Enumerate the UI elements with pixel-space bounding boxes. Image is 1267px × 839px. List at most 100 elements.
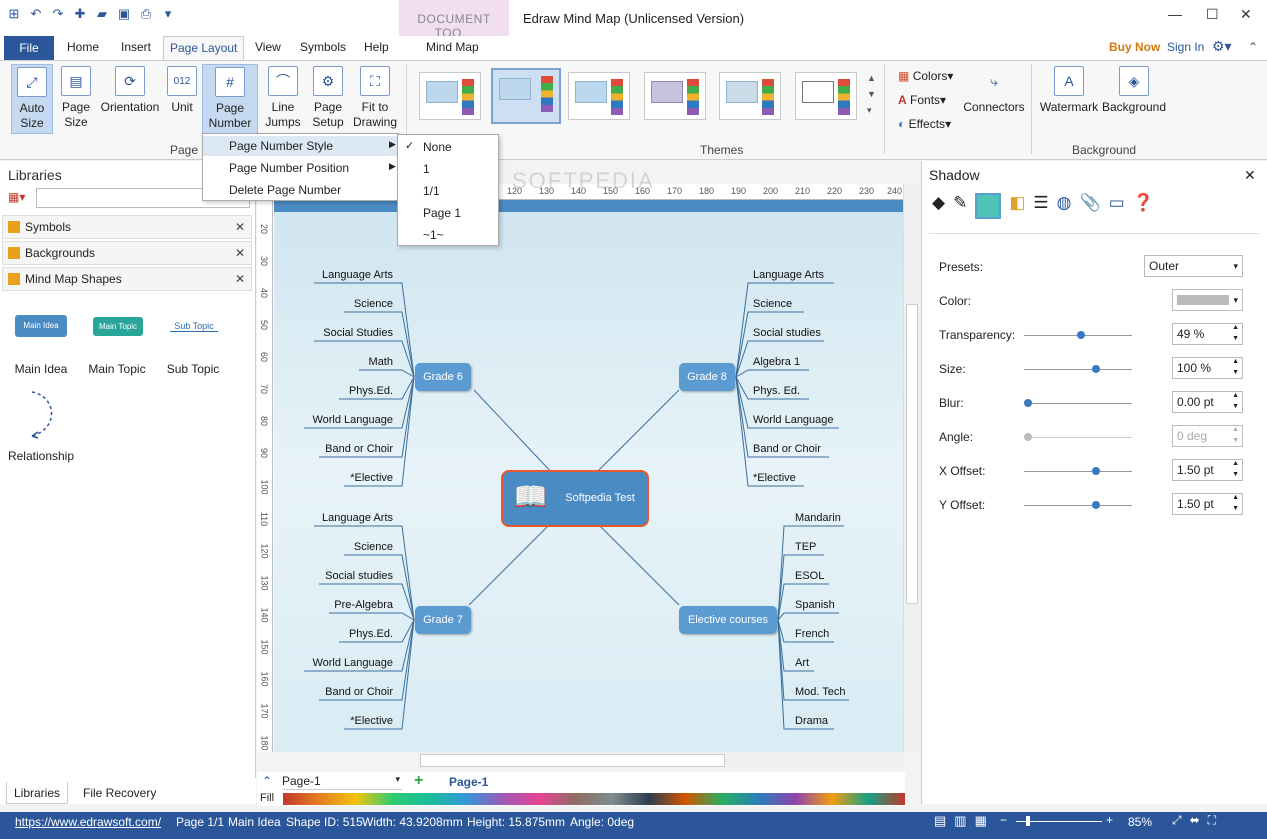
subtopic[interactable]: Art bbox=[795, 657, 809, 669]
tab-file[interactable]: File bbox=[4, 36, 54, 60]
outline-view-icon[interactable]: ▥ bbox=[954, 813, 966, 829]
slider-knob[interactable] bbox=[1092, 365, 1101, 373]
style-option-tilde-1[interactable]: ~1~ bbox=[423, 228, 444, 242]
fullscreen-icon[interactable]: ⛶ bbox=[1208, 813, 1216, 828]
orientation-button[interactable]: ⟳ Orientation bbox=[99, 64, 161, 115]
menu-item-delete-page-number[interactable]: Delete Page Number bbox=[229, 183, 341, 197]
topic-grade-8[interactable]: Grade 8 bbox=[679, 363, 735, 391]
subtopic[interactable]: Science bbox=[354, 298, 393, 310]
subtopic[interactable]: *Elective bbox=[350, 472, 393, 484]
shadow-icon[interactable] bbox=[975, 193, 1002, 219]
x-offset-slider[interactable] bbox=[1024, 467, 1132, 475]
main-idea-preview[interactable]: Main Idea bbox=[15, 315, 67, 337]
blur-slider[interactable] bbox=[1024, 399, 1132, 407]
close-icon[interactable]: ✕ bbox=[235, 268, 245, 290]
theme-thumb-4[interactable] bbox=[644, 72, 706, 120]
page-select[interactable]: Page-1 ▾ bbox=[282, 774, 402, 790]
topic-elective-courses[interactable]: Elective courses bbox=[679, 606, 777, 634]
color-palette-strip[interactable] bbox=[283, 793, 905, 805]
subtopic[interactable]: Algebra 1 bbox=[753, 356, 800, 368]
auto-size-button[interactable]: ⤢ Auto Size bbox=[11, 64, 53, 134]
close-icon[interactable]: ✕ bbox=[235, 216, 245, 238]
horizontal-scrollbar[interactable] bbox=[418, 752, 903, 769]
fill-icon[interactable]: ◆ bbox=[932, 193, 945, 219]
subtopic[interactable]: Mod. Tech bbox=[795, 686, 846, 698]
fit-width-icon[interactable]: ⬌ bbox=[1190, 813, 1200, 828]
style-option-page-1[interactable]: Page 1 bbox=[423, 206, 461, 220]
close-icon[interactable]: ✕ bbox=[235, 242, 245, 264]
watermark-button[interactable]: A Watermark bbox=[1039, 64, 1099, 115]
subtopic[interactable]: TEP bbox=[795, 541, 816, 553]
spinner-icon[interactable]: ▲ ▼ bbox=[1232, 492, 1239, 514]
page-size-button[interactable]: ▤ Page Size bbox=[57, 64, 95, 130]
style-option-1[interactable]: 1 bbox=[423, 162, 430, 176]
shadow-color-picker[interactable]: ▾ bbox=[1172, 289, 1243, 311]
transparency-field[interactable]: 49 % ▲ ▼ bbox=[1172, 323, 1243, 345]
background-button[interactable]: ◈ Background bbox=[1101, 64, 1167, 115]
list-icon[interactable]: ☰ bbox=[1033, 193, 1048, 219]
zoom-slider[interactable] bbox=[1016, 816, 1102, 826]
tab-insert[interactable]: Insert bbox=[121, 40, 151, 54]
collapse-ribbon-icon[interactable]: ⌃ bbox=[1248, 40, 1258, 54]
maximize-icon[interactable]: ☐ bbox=[1206, 6, 1219, 23]
library-mind-map-shapes[interactable]: Mind Map Shapes ✕ bbox=[2, 267, 252, 291]
theme-thumb-2[interactable] bbox=[491, 68, 561, 124]
theme-thumb-5[interactable] bbox=[719, 72, 781, 120]
presets-select[interactable]: Outer ▾ bbox=[1144, 255, 1243, 277]
slider-knob[interactable] bbox=[1076, 331, 1085, 339]
tab-home[interactable]: Home bbox=[67, 40, 99, 54]
fit-page-icon[interactable]: ⤢ bbox=[1172, 813, 1182, 828]
line-icon[interactable]: ✎ bbox=[953, 193, 967, 219]
theme-thumb-3[interactable] bbox=[568, 72, 630, 120]
close-panel-icon[interactable]: ✕ bbox=[1244, 167, 1256, 184]
subtopic[interactable]: Mandarin bbox=[795, 512, 841, 524]
library-backgrounds[interactable]: Backgrounds ✕ bbox=[2, 241, 252, 265]
slider-knob[interactable] bbox=[1024, 399, 1032, 407]
size-slider[interactable] bbox=[1024, 365, 1132, 373]
help-icon[interactable]: ❓ bbox=[1133, 193, 1154, 219]
layer-icon[interactable]: ◧ bbox=[1009, 193, 1025, 219]
subtopic[interactable]: Phys.Ed. bbox=[349, 628, 393, 640]
fit-to-drawing-button[interactable]: ⛶ Fit to Drawing bbox=[351, 64, 399, 130]
zoom-out-icon[interactable]: − bbox=[1000, 813, 1007, 827]
tab-file-recovery[interactable]: File Recovery bbox=[83, 786, 156, 800]
style-option-none[interactable]: None bbox=[423, 140, 452, 154]
library-symbols[interactable]: Symbols ✕ bbox=[2, 215, 252, 239]
zoom-knob[interactable] bbox=[1026, 816, 1030, 826]
line-jumps-button[interactable]: ⌒ Line Jumps bbox=[262, 64, 304, 130]
theme-thumb-1[interactable] bbox=[419, 72, 481, 120]
subtopic[interactable]: Spanish bbox=[795, 599, 835, 611]
tab-view[interactable]: View bbox=[255, 40, 281, 54]
sub-topic-preview[interactable]: Sub Topic bbox=[170, 321, 218, 332]
buy-now-link[interactable]: Buy Now bbox=[1109, 40, 1160, 54]
page-setup-button[interactable]: ⚙ Page Setup bbox=[309, 64, 347, 130]
menu-item-page-number-style[interactable]: Page Number Style bbox=[229, 139, 333, 153]
minimize-icon[interactable]: — bbox=[1168, 6, 1182, 22]
size-field[interactable]: 100 % ▲ ▼ bbox=[1172, 357, 1243, 379]
tab-symbols[interactable]: Symbols bbox=[300, 40, 346, 54]
add-page-icon[interactable]: + bbox=[414, 772, 423, 790]
colors-button[interactable]: ▦ Colors▾ bbox=[898, 69, 953, 83]
blur-field[interactable]: 0.00 pt ▲ ▼ bbox=[1172, 391, 1243, 413]
tab-help[interactable]: Help bbox=[364, 40, 389, 54]
subtopic[interactable]: Math bbox=[369, 356, 393, 368]
tab-libraries[interactable]: Libraries bbox=[6, 782, 68, 804]
subtopic[interactable]: Band or Choir bbox=[753, 443, 821, 455]
subtopic[interactable]: Phys. Ed. bbox=[753, 385, 800, 397]
fonts-button[interactable]: A Fonts▾ bbox=[898, 93, 946, 107]
subtopic[interactable]: World Language bbox=[312, 657, 393, 669]
page-number-button[interactable]: # Page Number bbox=[202, 64, 258, 134]
themes-scroll-icon[interactable]: ▲ ▼ ▾ bbox=[867, 70, 876, 118]
topic-grade-7[interactable]: Grade 7 bbox=[415, 606, 471, 634]
presentation-icon[interactable]: ▦ bbox=[975, 813, 987, 829]
page-tab[interactable]: Page-1 bbox=[449, 775, 488, 789]
sign-in-link[interactable]: Sign In bbox=[1167, 40, 1204, 54]
scroll-thumb[interactable] bbox=[420, 754, 725, 767]
theme-thumb-6[interactable] bbox=[795, 72, 857, 120]
subtopic[interactable]: French bbox=[795, 628, 829, 640]
connectors-button[interactable]: ⤷ Connectors bbox=[962, 64, 1026, 115]
spinner-icon[interactable]: ▲ ▼ bbox=[1232, 322, 1239, 344]
x-offset-field[interactable]: 1.50 pt ▲ ▼ bbox=[1172, 459, 1243, 481]
y-offset-field[interactable]: 1.50 pt ▲ ▼ bbox=[1172, 493, 1243, 515]
subtopic[interactable]: Language Arts bbox=[322, 269, 393, 281]
